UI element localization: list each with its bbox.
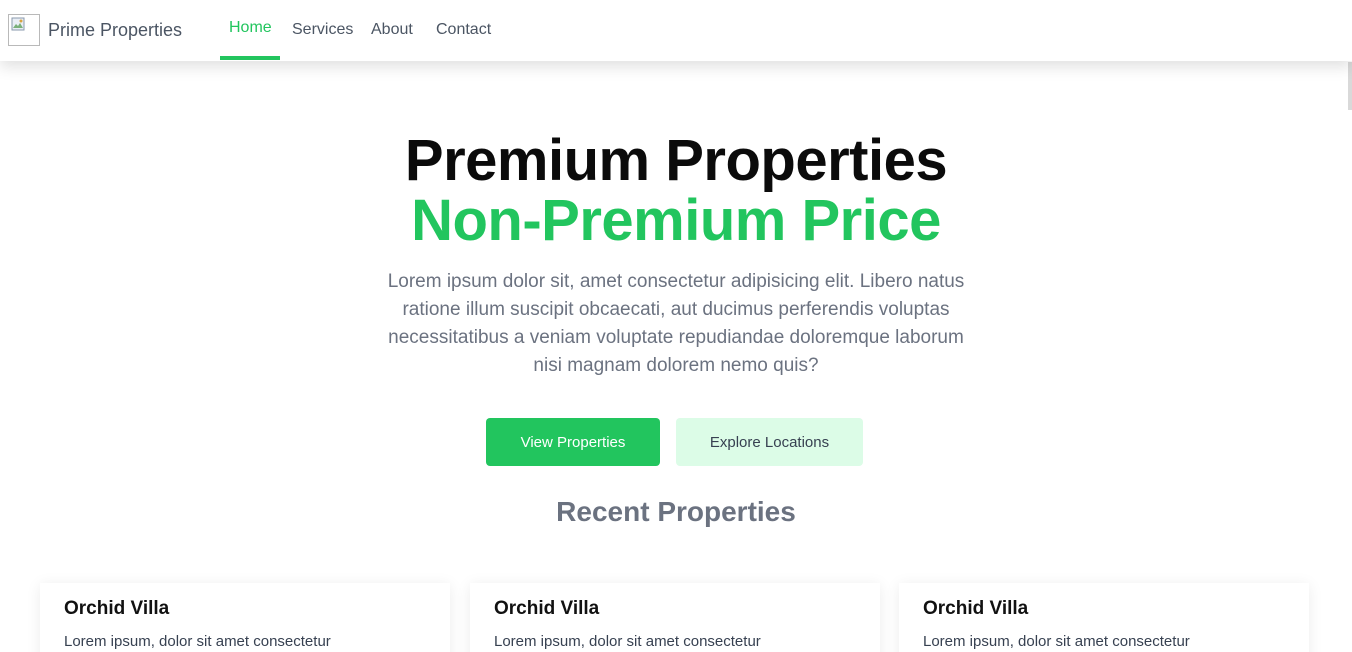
property-card[interactable]: Orchid Villa Lorem ipsum, dolor sit amet… [899,583,1309,652]
hero-subtitle: Non-Premium Price [411,188,941,253]
nav-home[interactable]: Home [229,19,272,37]
hero-title: Premium Properties [404,128,948,193]
property-card[interactable]: Orchid Villa Lorem ipsum, dolor sit amet… [40,583,450,652]
recent-properties-heading: Recent Properties [556,496,796,527]
nav-services[interactable]: Services [292,21,353,39]
broken-image-icon[interactable] [8,14,40,46]
property-card[interactable]: Orchid Villa Lorem ipsum, dolor sit amet… [470,583,880,652]
active-nav-indicator [220,56,280,60]
property-card-title: Orchid Villa [494,598,600,619]
page-scrollbar[interactable] [1348,62,1352,110]
property-card-description: Lorem ipsum, dolor sit amet consectetur [923,633,1190,650]
property-card-title: Orchid Villa [923,598,1029,619]
nav-about[interactable]: About [371,21,413,39]
nav-contact[interactable]: Contact [436,21,491,39]
property-card-title: Orchid Villa [64,598,170,619]
explore-locations-button[interactable]: Explore Locations [676,418,863,466]
top-navbar: Prime Properties Home Services About Con… [0,0,1352,61]
property-card-description: Lorem ipsum, dolor sit amet consectetur [64,633,331,650]
property-card-description: Lorem ipsum, dolor sit amet consectetur [494,633,761,650]
view-properties-button[interactable]: View Properties [486,418,660,466]
hero-description: Lorem ipsum dolor sit, amet consectetur … [387,271,965,376]
brand-name[interactable]: Prime Properties [48,20,182,41]
